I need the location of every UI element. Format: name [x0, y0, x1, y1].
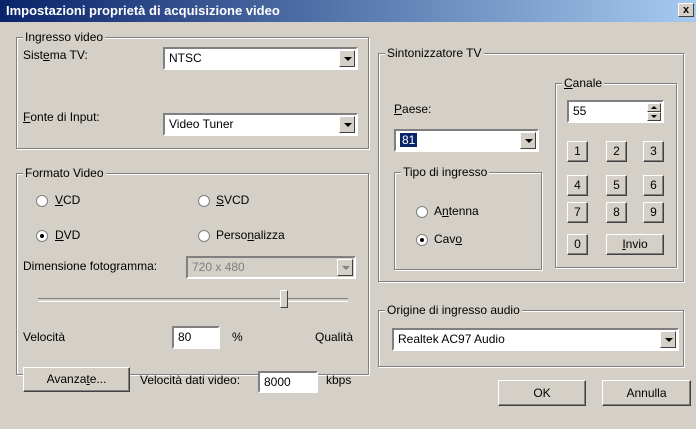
paese-select[interactable]: 81: [394, 129, 539, 152]
title-bar[interactable]: Impostazioni proprietà di acquisizione v…: [0, 0, 696, 22]
invio-button[interactable]: Invio: [606, 234, 664, 255]
cavo-radio[interactable]: [416, 234, 428, 246]
antenna-label[interactable]: Antenna: [434, 204, 479, 218]
dvd-label[interactable]: DVD: [55, 228, 80, 242]
paese-value: 81: [400, 133, 418, 147]
ok-button[interactable]: OK: [498, 380, 586, 406]
sistema-tv-value: NTSC: [169, 51, 202, 65]
window-title: Impostazioni proprietà di acquisizione v…: [6, 3, 280, 18]
quality-slider-thumb[interactable]: [279, 290, 288, 308]
svcd-radio[interactable]: [198, 195, 210, 207]
keypad-3-button[interactable]: 3: [643, 141, 664, 162]
spin-up-icon[interactable]: [647, 103, 661, 112]
vcd-radio[interactable]: [36, 195, 48, 207]
chevron-down-icon[interactable]: [660, 331, 676, 348]
chevron-down-icon[interactable]: [520, 132, 536, 149]
audio-select[interactable]: Realtek AC97 Audio: [392, 328, 679, 351]
chevron-down-icon: [337, 259, 353, 276]
keypad-6-button[interactable]: 6: [643, 175, 664, 196]
formato-video-legend: Formato Video: [23, 166, 106, 180]
canale-value: 55: [573, 104, 587, 118]
tipo-ingresso-group: Tipo di ingresso: [394, 165, 542, 270]
sintonizzatore-legend: Sintonizzatore TV: [385, 46, 484, 60]
fonte-input-select[interactable]: Video Tuner: [163, 113, 358, 136]
avanzate-button[interactable]: Avanzate...: [23, 367, 130, 392]
tipo-ingresso-legend: Tipo di ingresso: [401, 165, 490, 179]
spin-down-icon[interactable]: [647, 112, 661, 121]
quality-slider-track[interactable]: [38, 298, 348, 302]
fonte-input-value: Video Tuner: [169, 117, 234, 131]
dvd-radio[interactable]: [36, 230, 48, 242]
velocita-label: Velocità: [23, 330, 66, 344]
dimensione-value: 720 x 480: [192, 260, 245, 274]
bitrate-label: Velocità dati video:: [140, 373, 241, 387]
audio-value: Realtek AC97 Audio: [398, 332, 505, 346]
vcd-label[interactable]: VCD: [55, 193, 80, 207]
personalizza-radio[interactable]: [198, 230, 210, 242]
qualita-label: Qualità: [315, 330, 354, 344]
audio-legend: Origine di ingresso audio: [385, 303, 522, 317]
keypad-9-button[interactable]: 9: [643, 202, 664, 223]
velocita-value-field[interactable]: 80: [172, 326, 220, 349]
annulla-button[interactable]: Annulla: [602, 380, 691, 406]
keypad-2-button[interactable]: 2: [606, 141, 627, 162]
percent-label: %: [232, 330, 243, 344]
capture-settings-dialog: Impostazioni proprietà di acquisizione v…: [0, 0, 696, 429]
close-button[interactable]: x: [678, 3, 694, 17]
fonte-input-label: Fonte di Input:: [23, 110, 100, 124]
dimensione-label: Dimensione fotogramma:: [23, 259, 158, 273]
sistema-tv-label: Sistema TV:: [23, 48, 88, 62]
bitrate-value: 8000: [264, 375, 291, 389]
sistema-tv-select[interactable]: NTSC: [163, 47, 358, 70]
ingresso-video-legend: Ingresso video: [23, 30, 106, 44]
dimensione-select: 720 x 480: [186, 256, 356, 279]
keypad-1-button[interactable]: 1: [567, 141, 588, 162]
personalizza-label[interactable]: Personalizza: [216, 228, 285, 242]
canale-spinner[interactable]: 55: [567, 100, 664, 123]
canale-legend: Canale: [562, 76, 605, 90]
keypad-4-button[interactable]: 4: [567, 175, 588, 196]
chevron-down-icon[interactable]: [339, 50, 355, 67]
svcd-label[interactable]: SVCD: [216, 193, 249, 207]
bitrate-field[interactable]: 8000: [258, 371, 318, 393]
keypad-5-button[interactable]: 5: [606, 175, 627, 196]
keypad-7-button[interactable]: 7: [567, 202, 588, 223]
kbps-label: kbps: [326, 373, 352, 387]
paese-label: Paese:: [394, 102, 432, 116]
antenna-radio[interactable]: [416, 206, 428, 218]
cavo-label[interactable]: Cavo: [434, 232, 462, 246]
keypad-8-button[interactable]: 8: [606, 202, 627, 223]
chevron-down-icon[interactable]: [339, 116, 355, 133]
keypad-0-button[interactable]: 0: [567, 234, 588, 255]
velocita-value: 80: [178, 330, 192, 344]
